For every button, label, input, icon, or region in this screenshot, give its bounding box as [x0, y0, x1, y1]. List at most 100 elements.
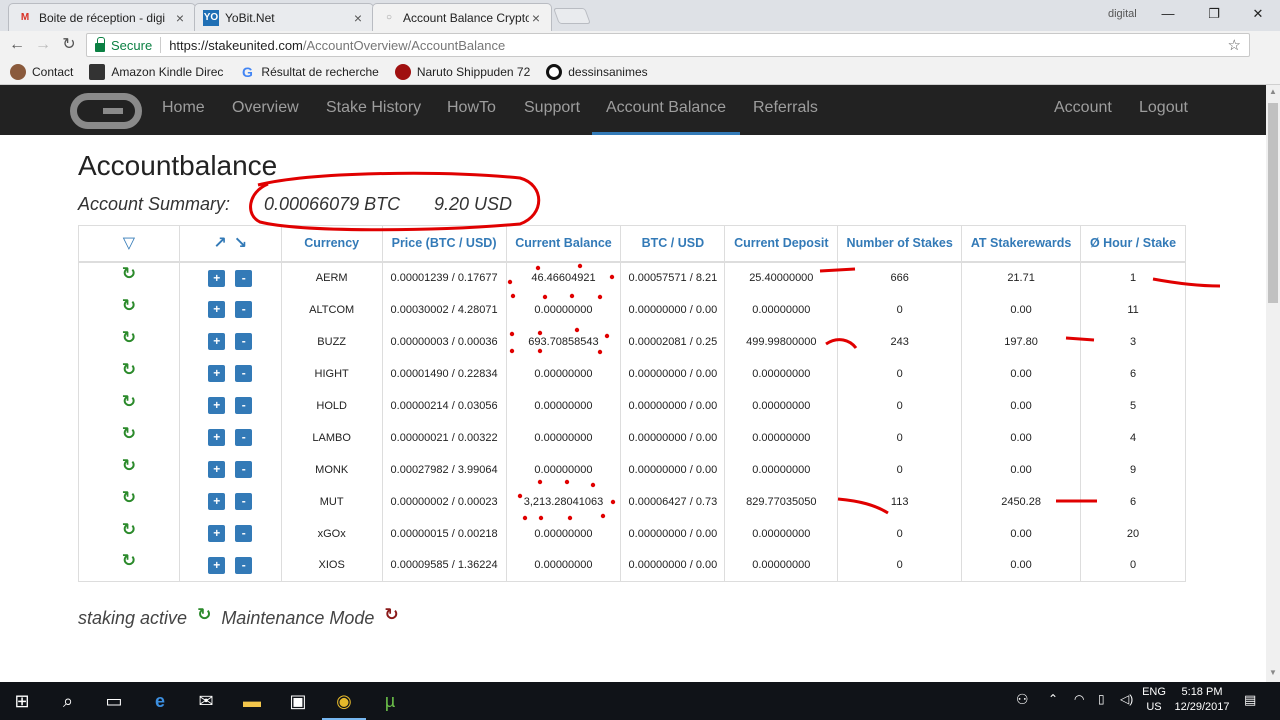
- col-current-balance[interactable]: Current Balance: [505, 225, 622, 263]
- bookmark-star-icon[interactable]: ☆: [1228, 36, 1241, 54]
- lock-icon: [95, 36, 105, 52]
- new-tab-button[interactable]: [553, 8, 591, 24]
- actions-cell: + -: [178, 293, 282, 326]
- bookmark-contact[interactable]: Contact: [10, 63, 73, 80]
- language-indicator[interactable]: ENG US: [1140, 685, 1168, 715]
- address-bar[interactable]: Secure https://stakeunited.com/AccountOv…: [86, 33, 1250, 57]
- wifi-icon[interactable]: ◠: [1074, 692, 1084, 707]
- cell-at-stakerewards: 0.00: [961, 421, 1082, 454]
- mail-icon[interactable]: ✉: [194, 689, 218, 713]
- add-stake-button[interactable]: +: [208, 429, 226, 446]
- amazon-icon: [89, 63, 106, 80]
- close-icon[interactable]: ×: [173, 10, 187, 26]
- bookmark-amazon[interactable]: Amazon Kindle Direc: [89, 63, 223, 80]
- remove-stake-button[interactable]: -: [235, 429, 253, 446]
- site-logo-icon[interactable]: [70, 93, 142, 129]
- nav-howto[interactable]: HowTo: [447, 85, 496, 135]
- nav-account[interactable]: Account: [1054, 85, 1112, 135]
- trend-header[interactable]: ↗ ↘: [178, 225, 282, 263]
- back-icon[interactable]: ←: [8, 36, 26, 54]
- col-btc-usd[interactable]: BTC / USD: [620, 225, 726, 263]
- add-stake-button[interactable]: +: [208, 397, 226, 414]
- staking-active-icon: ↻: [121, 327, 137, 347]
- nav-referrals[interactable]: Referrals: [753, 85, 818, 135]
- add-stake-button[interactable]: +: [208, 493, 226, 510]
- cell-hour-per-stake: 6: [1080, 485, 1186, 518]
- nav-home[interactable]: Home: [162, 85, 205, 135]
- nav-overview[interactable]: Overview: [232, 85, 299, 135]
- add-stake-button[interactable]: +: [208, 365, 226, 382]
- cell-current-deposit: 0.00000000: [724, 293, 839, 326]
- remove-stake-button[interactable]: -: [235, 493, 253, 510]
- remove-stake-button[interactable]: -: [235, 301, 253, 318]
- add-stake-button[interactable]: +: [208, 333, 226, 350]
- naruto-icon: [394, 63, 411, 80]
- col-number-of-stakes[interactable]: Number of Stakes: [837, 225, 963, 263]
- nav-logout[interactable]: Logout: [1139, 85, 1188, 135]
- close-icon[interactable]: ×: [351, 10, 365, 26]
- bookmark-naruto[interactable]: Naruto Shippuden 72: [394, 63, 530, 80]
- remove-stake-button[interactable]: -: [235, 269, 253, 287]
- cell-at-stakerewards: 0.00: [961, 549, 1082, 582]
- volume-icon[interactable]: ◁): [1120, 692, 1133, 707]
- staking-active-icon: ↻: [121, 264, 137, 283]
- tab-account-balance[interactable]: ○ Account Balance CryptoU ×: [372, 3, 552, 31]
- nav-stake-history[interactable]: Stake History: [326, 85, 421, 135]
- store-icon[interactable]: ▣: [286, 689, 310, 713]
- nav-account-balance[interactable]: Account Balance: [592, 85, 741, 135]
- minimize-icon[interactable]: —: [1146, 4, 1190, 24]
- maximize-icon[interactable]: ❐: [1192, 4, 1236, 24]
- chrome-icon[interactable]: ◉: [322, 689, 366, 720]
- cell-btc-usd: 0.00000000 / 0.00: [620, 389, 726, 422]
- add-stake-button[interactable]: +: [208, 556, 226, 574]
- close-icon[interactable]: ×: [529, 10, 543, 26]
- cell-price: 0.00000015 / 0.00218: [381, 517, 507, 550]
- actions-cell: + -: [178, 421, 282, 454]
- window-close-icon[interactable]: ✕: [1236, 4, 1280, 24]
- notification-icon[interactable]: ▤: [1244, 692, 1256, 707]
- clock[interactable]: 5:18 PM 12/29/2017: [1170, 685, 1234, 715]
- tab-gmail[interactable]: M Boite de réception - digi ×: [8, 3, 196, 31]
- add-stake-button[interactable]: +: [208, 461, 226, 478]
- remove-stake-button[interactable]: -: [235, 333, 253, 350]
- windows-start-icon[interactable]: ⊞: [10, 689, 34, 713]
- tab-yobit[interactable]: YO YoBit.Net ×: [194, 3, 374, 31]
- bookmark-google[interactable]: G Résultat de recherche: [239, 64, 379, 80]
- bookmark-dessinsanimes[interactable]: dessinsanimes: [546, 63, 648, 80]
- nav-support[interactable]: Support: [524, 85, 580, 135]
- forward-icon[interactable]: →: [34, 36, 52, 54]
- status-header[interactable]: ▽: [78, 225, 180, 263]
- people-icon[interactable]: ⚇: [1016, 692, 1029, 707]
- add-stake-button[interactable]: +: [208, 269, 226, 287]
- remove-stake-button[interactable]: -: [235, 556, 253, 574]
- file-explorer-icon[interactable]: ▬: [240, 689, 264, 713]
- col-current-deposit[interactable]: Current Deposit: [724, 225, 839, 263]
- col-price[interactable]: Price (BTC / USD): [381, 225, 507, 263]
- remove-stake-button[interactable]: -: [235, 525, 253, 542]
- actions-cell: + -: [178, 517, 282, 550]
- scroll-down-icon[interactable]: ▼: [1268, 668, 1278, 680]
- remove-stake-button[interactable]: -: [235, 461, 253, 478]
- add-stake-button[interactable]: +: [208, 301, 226, 318]
- cell-current-balance: 0.00000000: [505, 549, 622, 582]
- col-currency[interactable]: Currency: [280, 225, 383, 263]
- scroll-thumb[interactable]: [1268, 103, 1278, 303]
- col-hour-per-stake[interactable]: Ø Hour / Stake: [1080, 225, 1186, 263]
- remove-stake-button[interactable]: -: [235, 397, 253, 414]
- cell-current-deposit: 0.00000000: [724, 389, 839, 422]
- cell-current-balance: 693.70858543: [505, 325, 622, 358]
- chevron-up-icon[interactable]: ⌃: [1048, 692, 1058, 707]
- page-scrollbar[interactable]: ▲ ▼: [1266, 85, 1280, 682]
- edge-icon[interactable]: e: [148, 689, 172, 713]
- scroll-up-icon[interactable]: ▲: [1268, 87, 1278, 99]
- col-at-stakerewards[interactable]: AT Stakerewards: [961, 225, 1082, 263]
- remove-stake-button[interactable]: -: [235, 365, 253, 382]
- task-view-icon[interactable]: ▭: [102, 689, 126, 713]
- add-stake-button[interactable]: +: [208, 525, 226, 542]
- cell-at-stakerewards: 2450.28: [961, 485, 1082, 518]
- staking-active-icon: ↻: [121, 519, 137, 539]
- search-icon[interactable]: ⌕: [56, 689, 80, 713]
- battery-icon[interactable]: ▯: [1098, 692, 1105, 707]
- utorrent-icon[interactable]: µ: [378, 689, 402, 713]
- reload-icon[interactable]: ↻: [60, 36, 78, 54]
